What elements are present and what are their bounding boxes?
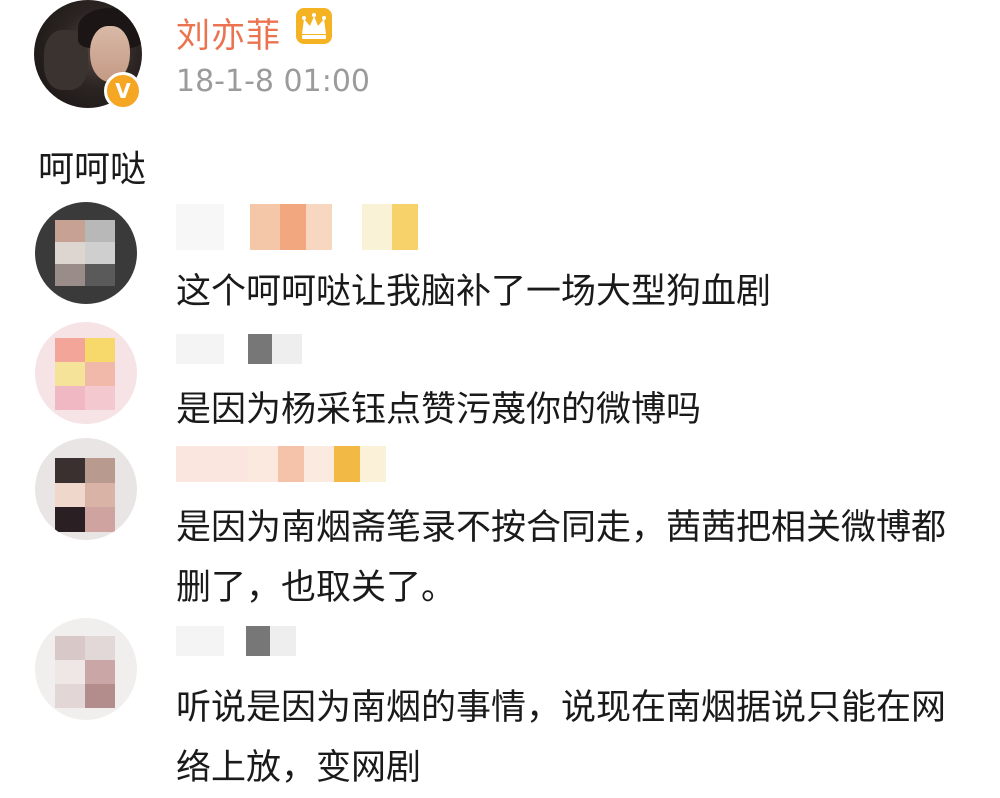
commenter-name-pixelated[interactable] (176, 334, 302, 364)
post-timestamp: 18-1-8 01:00 (176, 64, 370, 99)
avatar-pixelated-mosaic (55, 220, 115, 286)
comment-text: 听说是因为南烟的事情，说现在南烟据说只能在网络上放，变网剧 (176, 688, 947, 788)
author-name[interactable]: 刘亦菲 (176, 8, 281, 57)
commenter-name-pixelated[interactable] (176, 626, 296, 656)
crown-icon (296, 8, 332, 44)
post-body-text: 呵呵哒 (38, 149, 147, 190)
avatar-pixelated-mosaic (55, 636, 115, 708)
commenter-avatar[interactable] (35, 322, 137, 424)
commenter-avatar[interactable] (35, 438, 137, 540)
verified-badge-icon: V (104, 72, 142, 110)
avatar-pixelated-mosaic (55, 458, 115, 532)
commenter-avatar[interactable] (35, 202, 137, 304)
commenter-avatar[interactable] (35, 618, 137, 720)
comment-text: 是因为南烟斋笔录不按合同走，茜茜把相关微博都删了，也取关了。 (176, 508, 947, 608)
comment-text: 这个呵呵哒让我脑补了一场大型狗血剧 (176, 272, 772, 312)
avatar-pixelated-mosaic (55, 338, 115, 410)
comment-text: 是因为杨采钰点赞污蔑你的微博吗 (176, 390, 702, 430)
commenter-name-pixelated[interactable] (176, 446, 386, 482)
commenter-name-pixelated[interactable] (176, 204, 418, 250)
